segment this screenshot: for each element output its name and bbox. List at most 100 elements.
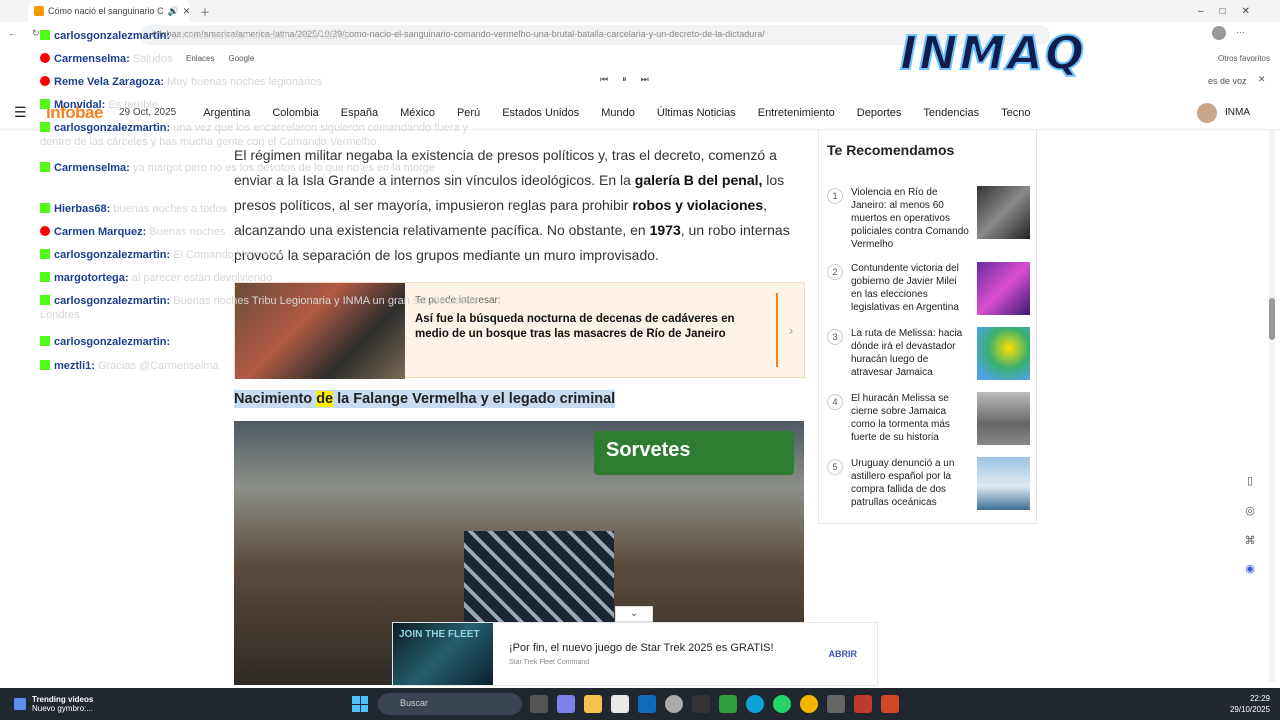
para-bold: robos y violaciones [632,197,764,213]
clock-time: 22:29 [1249,694,1270,703]
clock-date: 29/10/2025 [1229,705,1270,714]
ad-open-button[interactable]: ABRIR [829,649,858,659]
task-view-icon[interactable] [530,695,548,713]
youtube-icon [40,76,50,86]
recommendation-item[interactable]: 5 Uruguay denunció a un astillero españo… [827,457,1030,510]
nav-tendencias[interactable]: Tendencias [923,107,979,119]
powerpoint-icon[interactable] [881,695,899,713]
chat-message: Hierbas68: buenas noches a todos [40,202,500,216]
chat-message: Reme Vela Zaragoza: Muy buenas noches le… [40,75,500,89]
kick-icon [40,295,50,305]
rec-title[interactable]: Violencia en Río de Janeiro: al menos 60… [851,186,969,251]
window-controls[interactable]: –□✕ [1198,6,1266,17]
kick-icon [40,336,50,346]
menu-icon[interactable]: ⋯ [1236,27,1245,38]
recorder-icon[interactable] [854,695,872,713]
rec-thumbnail[interactable] [977,262,1030,315]
rec-title[interactable]: La ruta de Melissa: hacia dónde irá el d… [851,327,969,380]
chat-text: al parecer están devolviendo [131,272,273,284]
chat-message: carlosgonzalezmartin: Buenas noches Trib… [40,294,490,322]
chat-user: Carmen Marquez: [54,226,147,238]
chat-user: margotortega: [54,272,129,284]
media-prev-play-next-icon[interactable]: ⏮⏸⏭ [600,74,663,85]
ad-banner[interactable]: JOIN THE FLEET ¡Por fin, el nuevo juego … [392,622,878,686]
back-icon[interactable]: ← [8,28,17,38]
app-icon[interactable] [827,695,845,713]
chat-user: meztli1: [54,360,95,372]
system-clock[interactable]: 22:29 29/10/2025 [1230,693,1270,715]
recommendation-item[interactable]: 2 Contundente victoria del gobierno de J… [827,262,1030,315]
rec-thumbnail[interactable] [977,327,1030,380]
nav-deportes[interactable]: Deportes [857,107,902,119]
recommendation-item[interactable]: 1 Violencia en Río de Janeiro: al menos … [827,186,1030,251]
podcast-icon[interactable]: ◎ [1240,504,1260,524]
scrollbar-track[interactable] [1269,130,1275,682]
app-icon[interactable] [692,695,710,713]
stream-logo-text: INMAQ [899,25,1087,81]
chat-text: Muy buenas noches legionarios [167,76,322,88]
taskbar: Trending videos Nuevo gymbro:... Buscar … [0,688,1280,720]
rec-title[interactable]: Contundente victoria del gobierno de Jav… [851,262,969,315]
rec-title[interactable]: El huracán Melissa se cierne sobre Jamai… [851,392,969,445]
nav-tecno[interactable]: Tecno [1001,107,1030,119]
new-tab-icon[interactable]: ＋ [200,4,210,19]
store-icon[interactable] [611,695,629,713]
rec-number: 1 [827,188,843,204]
video-icon [14,698,26,710]
settings-icon[interactable] [665,695,683,713]
tab-close-icon[interactable]: ✕ [183,6,190,17]
other-favorites[interactable]: Otros favoritos [1218,54,1270,63]
apps-icon[interactable]: ⌘ [1240,534,1260,554]
outlook-icon[interactable] [638,695,656,713]
assistant-icon[interactable]: ◉ [1240,562,1260,582]
edge-icon[interactable] [746,695,764,713]
hamburger-icon[interactable]: ☰ [14,104,27,121]
taskbar-search[interactable]: Buscar [378,693,522,715]
chat-text: ya margot pero no es los devotos de lo q… [132,162,435,174]
chevron-right-icon[interactable]: › [776,293,804,367]
chat-user: carlosgonzalezmartin: [54,30,171,42]
nav-estados-unidos[interactable]: Estados Unidos [502,107,579,119]
chevron-down-icon[interactable]: ⌄ [615,606,653,622]
infobae-favicon-icon [34,6,44,16]
profile-icon[interactable] [1212,26,1226,40]
whatsapp-icon[interactable] [773,695,791,713]
rec-title[interactable]: Uruguay denunció a un astillero español … [851,457,969,510]
recommendation-item[interactable]: 4 El huracán Melissa se cierne sobre Jam… [827,392,1030,445]
youtube-icon [40,53,50,63]
kick-icon [40,99,50,109]
book-icon[interactable]: ▯ [1240,474,1260,494]
kick-icon [40,272,50,282]
kick-icon [40,360,50,370]
kick-icon [40,203,50,213]
scrollbar-thumb[interactable] [1269,298,1275,340]
trending-widget[interactable]: Trending videos Nuevo gymbro:... [14,695,93,713]
recommendation-item[interactable]: 3 La ruta de Melissa: hacia dónde irá el… [827,327,1030,380]
heading-text: la Falange Vermelha y el legado criminal [333,391,616,407]
rec-thumbnail[interactable] [977,457,1030,510]
rec-thumbnail[interactable] [977,186,1030,239]
section-heading: Nacimiento de la Falange Vermelha y el l… [234,390,616,408]
rec-thumbnail[interactable] [977,392,1030,445]
file-explorer-icon[interactable] [584,695,602,713]
nav-mundo[interactable]: Mundo [601,107,635,119]
kick-icon [40,162,50,172]
nav-entretenimiento[interactable]: Entretenimiento [758,107,835,119]
ad-image[interactable]: JOIN THE FLEET [393,623,493,685]
tab-audio-icon[interactable]: 🔊 [168,6,179,17]
user-menu[interactable]: INMA [1197,102,1250,123]
chat-user: carlosgonzalezmartin: [54,336,171,348]
windows-start-icon[interactable] [352,696,368,712]
chat-user: carlosgonzalezmartin: [54,122,171,134]
browser-tab[interactable]: Cómo nació el sanguinario C 🔊 ✕ [28,0,190,22]
chrome-icon[interactable] [800,695,818,713]
nav-ultimas-noticias[interactable]: Últimas Noticias [657,107,736,119]
reload-icon[interactable]: ↻ [32,28,40,39]
spreadsheet-icon[interactable] [719,695,737,713]
teams-icon[interactable] [557,695,575,713]
voice-label: es de voz [1208,76,1247,86]
ad-title[interactable]: ¡Por fin, el nuevo juego de Star Trek 20… [509,642,774,654]
rec-number: 3 [827,329,843,345]
trending-title: Trending videos [32,695,94,704]
close-media-icon[interactable]: ✕ [1258,74,1266,85]
